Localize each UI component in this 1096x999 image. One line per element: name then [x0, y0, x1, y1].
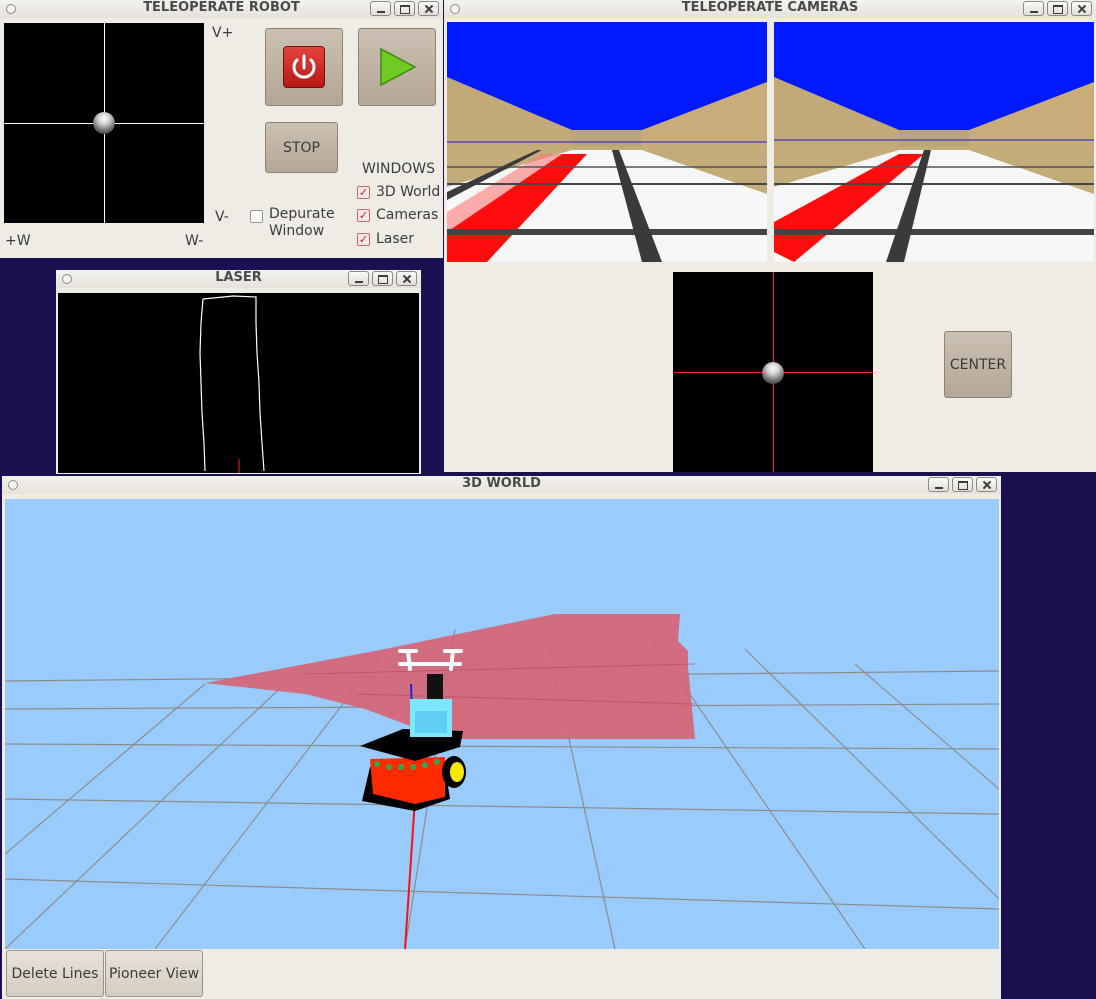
- left-camera-view: [447, 22, 767, 262]
- maximize-icon[interactable]: [1047, 1, 1068, 16]
- window-toggle-label: Laser: [376, 231, 415, 247]
- minimize-icon[interactable]: [348, 271, 369, 286]
- joystick-ball-handle[interactable]: [762, 362, 784, 384]
- minimize-icon[interactable]: [370, 1, 391, 16]
- power-icon: [283, 46, 325, 88]
- laser-scan-view: [58, 293, 419, 473]
- checkbox-checked-icon[interactable]: ✓: [357, 232, 370, 246]
- delete-lines-button[interactable]: Delete Lines: [6, 950, 104, 997]
- close-icon[interactable]: [418, 1, 439, 16]
- window-toggle-label: Cameras: [376, 207, 439, 223]
- teleoperate-cameras-window: TELEOPERATE CAMERAS CENTER: [444, 0, 1096, 472]
- close-icon[interactable]: [396, 271, 417, 286]
- maximize-icon[interactable]: [372, 271, 393, 286]
- teleoperate-robot-window: TELEOPERATE ROBOT V+ V- +W W- STOP WINDO…: [0, 0, 443, 258]
- 3d-world-window: 3D WORLD Delete Lines Pioneer View: [2, 476, 1001, 999]
- depurate-window-label: Depurate Window: [269, 206, 335, 239]
- windows-heading: WINDOWS: [362, 161, 435, 177]
- close-icon[interactable]: [1071, 1, 1092, 16]
- title-bar[interactable]: 3D WORLD: [2, 476, 1001, 494]
- window-toggle-label: 3D World: [376, 184, 441, 200]
- v-minus-label: V-: [215, 209, 229, 225]
- joystick-ball-handle[interactable]: [93, 112, 115, 134]
- minimize-icon[interactable]: [928, 477, 949, 492]
- maximize-icon[interactable]: [394, 1, 415, 16]
- center-button[interactable]: CENTER: [944, 331, 1012, 398]
- title-bar[interactable]: TELEOPERATE ROBOT: [0, 0, 443, 18]
- v-plus-label: V+: [212, 25, 234, 41]
- play-icon: [380, 47, 417, 87]
- camera-pan-tilt-pad[interactable]: [673, 272, 873, 472]
- depurate-window-checkbox[interactable]: Depurate Window: [250, 206, 335, 240]
- window-title: 3D WORLD: [462, 476, 541, 491]
- stop-button[interactable]: STOP: [265, 122, 338, 173]
- title-bar[interactable]: TELEOPERATE CAMERAS: [444, 0, 1096, 18]
- power-button[interactable]: [265, 28, 343, 106]
- checkbox-box[interactable]: [250, 210, 263, 223]
- 3d-world-viewport[interactable]: [5, 499, 999, 949]
- w-plus-label: +W: [5, 233, 31, 249]
- close-icon[interactable]: [976, 477, 997, 492]
- window-toggle-cameras[interactable]: ✓ Cameras: [357, 207, 438, 223]
- minimize-icon[interactable]: [1023, 1, 1044, 16]
- checkbox-checked-icon[interactable]: ✓: [357, 208, 370, 222]
- laser-window: LASER: [56, 270, 421, 474]
- window-toggle-laser[interactable]: ✓ Laser: [357, 231, 414, 247]
- pioneer-view-button[interactable]: Pioneer View: [105, 950, 203, 997]
- velocity-pad[interactable]: [4, 23, 204, 223]
- checkbox-checked-icon[interactable]: ✓: [357, 185, 370, 199]
- play-button[interactable]: [358, 28, 436, 106]
- maximize-icon[interactable]: [952, 477, 973, 492]
- right-camera-view: [774, 22, 1094, 262]
- window-title: TELEOPERATE CAMERAS: [681, 0, 859, 15]
- w-minus-label: W-: [185, 233, 204, 249]
- title-bar[interactable]: LASER: [56, 270, 421, 288]
- window-toggle-3d-world[interactable]: ✓ 3D World: [357, 184, 440, 200]
